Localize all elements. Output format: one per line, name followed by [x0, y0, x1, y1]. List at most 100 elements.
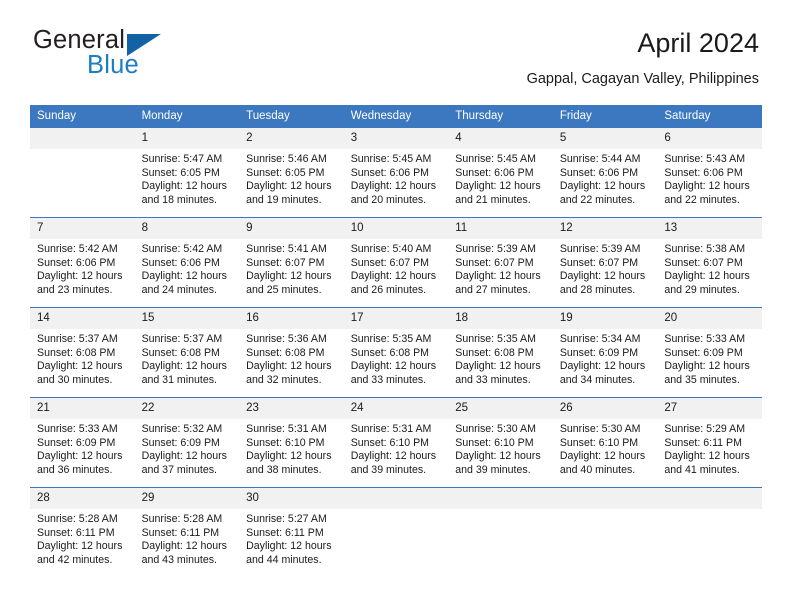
calendar-day-cell[interactable]: 19 Sunrise: 5:34 AM Sunset: 6:09 PM Dayligh…: [552, 307, 658, 398]
weekday-header-monday: Monday: [134, 105, 240, 128]
calendar-day-cell[interactable]: 20 Sunrise: 5:33 AM Sunset: 6:09 PM Dayligh…: [657, 307, 762, 398]
calendar-day-cell[interactable]: 23 Sunrise: 5:31 AM Sunset: 6:10 PM Dayligh…: [239, 397, 344, 488]
sunrise-text: Sunrise: 5:33 AM: [664, 333, 746, 345]
calendar-day-cell[interactable]: 25 Sunrise: 5:30 AM Sunset: 6:10 PM Dayligh…: [448, 397, 553, 488]
calendar-day-cell[interactable]: 28 Sunrise: 5:28 AM Sunset: 6:11 PM Dayligh…: [30, 487, 135, 577]
calendar-day-cell[interactable]: 3 Sunrise: 5:45 AM Sunset: 6:06 PM Daylight…: [343, 127, 449, 218]
daylight-text-line1: Daylight: 12 hours: [141, 270, 227, 283]
day-number: 18: [448, 308, 553, 329]
day-number: [552, 488, 658, 509]
day-number: [30, 128, 135, 149]
sunrise-text: Sunrise: 5:45 AM: [455, 153, 536, 165]
day-number: 9: [239, 218, 344, 239]
daylight-text-line2: and 38 minutes.: [246, 463, 322, 476]
daylight-text-line2: and 18 minutes.: [141, 193, 217, 206]
day-details: Sunrise: 5:37 AM Sunset: 6:08 PM Daylight:…: [30, 329, 135, 387]
sunrise-text: Sunrise: 5:31 AM: [350, 423, 432, 435]
day-number: 28: [30, 488, 135, 509]
daylight-text-line1: Daylight: 12 hours: [559, 180, 646, 193]
daylight-text-line2: and 33 minutes.: [455, 373, 531, 386]
day-details: Sunrise: 5:28 AM Sunset: 6:11 PM Daylight:…: [30, 509, 135, 567]
calendar-day-cell[interactable]: 10 Sunrise: 5:40 AM Sunset: 6:07 PM Dayligh…: [343, 217, 449, 308]
daylight-text-line1: Daylight: 12 hours: [350, 180, 437, 193]
daylight-text-line1: Daylight: 12 hours: [559, 450, 646, 463]
daylight-text-line2: and 31 minutes.: [141, 373, 217, 386]
calendar-page: General Blue April 2024 Gappal, Cagayan …: [0, 0, 792, 612]
sunset-text: Sunset: 6:07 PM: [350, 256, 430, 269]
day-details: Sunrise: 5:42 AM Sunset: 6:06 PM Daylight:…: [30, 239, 135, 297]
calendar-day-cell[interactable]: 24 Sunrise: 5:31 AM Sunset: 6:10 PM Dayligh…: [343, 397, 449, 488]
sunrise-text: Sunrise: 5:30 AM: [455, 423, 536, 435]
calendar-body: 1 Sunrise: 5:47 AM Sunset: 6:05 PM Daylight…: [30, 127, 762, 577]
daylight-text-line1: Daylight: 12 hours: [37, 270, 123, 283]
sunrise-text: Sunrise: 5:28 AM: [37, 513, 118, 525]
day-details: Sunrise: 5:38 AM Sunset: 6:07 PM Daylight:…: [657, 239, 762, 297]
brand-name-blue: Blue: [87, 51, 139, 79]
sunrise-text: Sunrise: 5:42 AM: [37, 243, 118, 255]
calendar-day-cell[interactable]: 16 Sunrise: 5:36 AM Sunset: 6:08 PM Dayligh…: [239, 307, 344, 398]
sunset-text: Sunset: 6:11 PM: [246, 526, 324, 539]
sunset-text: Sunset: 6:11 PM: [37, 526, 115, 539]
day-number: 17: [343, 308, 449, 329]
calendar-day-cell[interactable]: 22 Sunrise: 5:32 AM Sunset: 6:09 PM Dayligh…: [134, 397, 240, 488]
sunset-text: Sunset: 6:08 PM: [37, 346, 116, 359]
sunset-text: Sunset: 6:07 PM: [455, 256, 534, 269]
calendar-day-cell[interactable]: 11 Sunrise: 5:39 AM Sunset: 6:07 PM Dayligh…: [448, 217, 553, 308]
day-number: [448, 488, 553, 509]
day-number: 22: [134, 398, 240, 419]
calendar-day-cell[interactable]: 1 Sunrise: 5:47 AM Sunset: 6:05 PM Daylight…: [134, 127, 240, 218]
calendar-day-cell-empty: [657, 487, 762, 577]
daylight-text-line2: and 26 minutes.: [350, 283, 427, 296]
calendar-day-cell[interactable]: 27 Sunrise: 5:29 AM Sunset: 6:11 PM Dayligh…: [657, 397, 762, 488]
day-details: Sunrise: 5:27 AM Sunset: 6:11 PM Daylight:…: [239, 509, 344, 567]
sunset-text: Sunset: 6:08 PM: [455, 346, 534, 359]
day-details: Sunrise: 5:44 AM Sunset: 6:06 PM Daylight:…: [553, 149, 658, 207]
calendar-day-cell[interactable]: 13 Sunrise: 5:38 AM Sunset: 6:07 PM Dayligh…: [657, 217, 762, 308]
day-details: Sunrise: 5:39 AM Sunset: 6:07 PM Daylight:…: [448, 239, 553, 297]
calendar-day-cell[interactable]: 14 Sunrise: 5:37 AM Sunset: 6:08 PM Dayligh…: [30, 307, 135, 398]
sunrise-text: Sunrise: 5:39 AM: [455, 243, 536, 255]
daylight-text-line2: and 25 minutes.: [246, 283, 322, 296]
daylight-text-line1: Daylight: 12 hours: [246, 450, 332, 463]
calendar-day-cell[interactable]: 2 Sunrise: 5:46 AM Sunset: 6:05 PM Daylight…: [239, 127, 344, 218]
sunset-text: Sunset: 6:09 PM: [559, 346, 639, 359]
calendar-day-cell[interactable]: 8 Sunrise: 5:42 AM Sunset: 6:06 PM Daylight…: [134, 217, 240, 308]
calendar-day-cell[interactable]: 26 Sunrise: 5:30 AM Sunset: 6:10 PM Dayligh…: [552, 397, 658, 488]
daylight-text-line1: Daylight: 12 hours: [455, 450, 541, 463]
day-number: 11: [448, 218, 553, 239]
day-number: 1: [134, 128, 240, 149]
calendar-day-cell[interactable]: 7 Sunrise: 5:42 AM Sunset: 6:06 PM Daylight…: [30, 217, 135, 308]
day-number: 2: [239, 128, 344, 149]
daylight-text-line2: and 35 minutes.: [664, 373, 740, 386]
day-number: 13: [657, 218, 762, 239]
sunrise-text: Sunrise: 5:30 AM: [559, 423, 641, 435]
day-number: 25: [448, 398, 553, 419]
calendar-week-row: 28 Sunrise: 5:28 AM Sunset: 6:11 PM Dayligh…: [30, 487, 762, 577]
daylight-text-line1: Daylight: 12 hours: [141, 450, 227, 463]
calendar-day-cell[interactable]: 17 Sunrise: 5:35 AM Sunset: 6:08 PM Dayligh…: [343, 307, 449, 398]
sunrise-text: Sunrise: 5:44 AM: [559, 153, 641, 165]
day-number: 3: [343, 128, 449, 149]
daylight-text-line2: and 34 minutes.: [559, 373, 636, 386]
calendar-day-cell[interactable]: 30 Sunrise: 5:27 AM Sunset: 6:11 PM Dayligh…: [239, 487, 344, 577]
weekday-header-sunday: Sunday: [30, 105, 135, 128]
calendar-day-cell[interactable]: 29 Sunrise: 5:28 AM Sunset: 6:11 PM Dayligh…: [134, 487, 240, 577]
calendar-day-cell[interactable]: 12 Sunrise: 5:39 AM Sunset: 6:07 PM Dayligh…: [552, 217, 658, 308]
daylight-text-line2: and 29 minutes.: [664, 283, 740, 296]
calendar-day-cell[interactable]: 4 Sunrise: 5:45 AM Sunset: 6:06 PM Daylight…: [448, 127, 553, 218]
title-block: April 2024 Gappal, Cagayan Valley, Phili…: [527, 26, 759, 89]
day-number: 19: [552, 308, 658, 329]
daylight-text-line1: Daylight: 12 hours: [141, 180, 227, 193]
calendar-day-cell[interactable]: 6 Sunrise: 5:43 AM Sunset: 6:06 PM Daylight…: [657, 127, 762, 218]
calendar-day-cell[interactable]: 18 Sunrise: 5:35 AM Sunset: 6:08 PM Dayligh…: [448, 307, 553, 398]
calendar-day-cell[interactable]: 9 Sunrise: 5:41 AM Sunset: 6:07 PM Daylight…: [239, 217, 344, 308]
calendar-day-cell[interactable]: 15 Sunrise: 5:37 AM Sunset: 6:08 PM Dayligh…: [134, 307, 240, 398]
sunset-text: Sunset: 6:10 PM: [559, 436, 639, 449]
calendar-day-cell[interactable]: 21 Sunrise: 5:33 AM Sunset: 6:09 PM Dayligh…: [30, 397, 135, 488]
sunrise-text: Sunrise: 5:37 AM: [37, 333, 118, 345]
sunrise-text: Sunrise: 5:28 AM: [141, 513, 223, 525]
sunset-text: Sunset: 6:08 PM: [141, 346, 220, 359]
sunset-text: Sunset: 6:08 PM: [350, 346, 430, 359]
brand-logo[interactable]: General Blue: [33, 26, 253, 86]
calendar-day-cell[interactable]: 5 Sunrise: 5:44 AM Sunset: 6:06 PM Daylight…: [552, 127, 658, 218]
